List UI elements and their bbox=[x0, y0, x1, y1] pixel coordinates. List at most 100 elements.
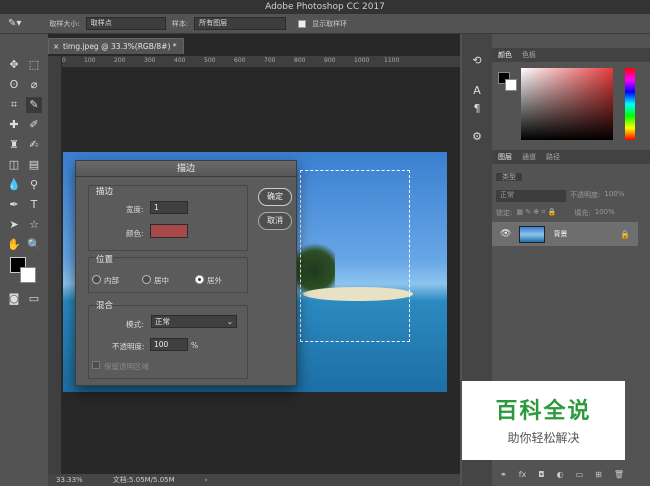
width-input[interactable]: 1 bbox=[150, 201, 188, 214]
ruler-tick: 1100 bbox=[384, 57, 400, 64]
show-ring-label: 显示取样环 bbox=[312, 19, 348, 28]
dodge-tool-icon[interactable]: ⚲ bbox=[26, 177, 42, 193]
zoom-level[interactable]: 33.33% bbox=[56, 474, 83, 486]
quick-select-tool-icon[interactable]: ⌀ bbox=[26, 77, 42, 93]
ruler-tick: 400 bbox=[174, 57, 186, 64]
layer-filter-row: 类型 bbox=[496, 172, 646, 184]
hand-tool-icon[interactable]: ✋ bbox=[6, 237, 22, 253]
color-swatch-button[interactable] bbox=[150, 224, 188, 238]
blend-row: 正常 不透明度: 100% bbox=[496, 190, 646, 202]
preserve-transparency-checkbox[interactable] bbox=[92, 361, 100, 369]
adjustment-icon[interactable]: ◐ bbox=[557, 470, 564, 482]
sample-select[interactable]: 所有图层 bbox=[194, 17, 287, 30]
healing-tool-icon[interactable]: ✚ bbox=[6, 117, 22, 133]
brush-tool-icon[interactable]: ✐ bbox=[26, 117, 42, 133]
ruler-tick: 200 bbox=[114, 57, 126, 64]
opacity-input[interactable]: 100 bbox=[150, 338, 188, 351]
link-layers-icon[interactable]: ⚭ bbox=[500, 470, 507, 482]
hue-slider[interactable] bbox=[625, 68, 635, 140]
options-bar: ✎▾ 取样大小: 取样点 样本: 所有图层 显示取样环 bbox=[0, 14, 650, 34]
ruler-tick: 0 bbox=[62, 57, 66, 64]
trash-icon[interactable]: 🗑 bbox=[614, 470, 624, 482]
cancel-button[interactable]: 取消 bbox=[258, 212, 292, 230]
document-tab-title: timg.jpeg @ 33.3%(RGB/8#) * bbox=[63, 42, 177, 51]
sample-size-label: 取样大小: bbox=[49, 19, 80, 28]
character-panel-icon[interactable]: A bbox=[470, 84, 484, 98]
blur-tool-icon[interactable]: 💧 bbox=[6, 177, 22, 193]
layer-thumbnail bbox=[519, 225, 546, 243]
ruler-tick: 600 bbox=[234, 57, 246, 64]
layer-opacity-value[interactable]: 100% bbox=[604, 190, 624, 202]
tab-layers[interactable]: 图层 bbox=[498, 150, 512, 164]
eye-icon[interactable]: 👁 bbox=[500, 229, 511, 239]
background-color-swatch[interactable] bbox=[20, 267, 36, 283]
history-panel-icon[interactable]: ⟲ bbox=[470, 54, 484, 68]
layer-blend-mode[interactable]: 正常 bbox=[496, 190, 566, 202]
gradient-tool-icon[interactable]: ▤ bbox=[26, 157, 42, 173]
color-label: 颜色: bbox=[126, 229, 144, 238]
screen-mode-icon[interactable]: ▭ bbox=[26, 291, 42, 307]
type-tool-icon[interactable]: T bbox=[26, 197, 42, 213]
ok-button[interactable]: 确定 bbox=[258, 188, 292, 206]
history-brush-tool-icon[interactable]: ✍ bbox=[26, 137, 42, 153]
fx-icon[interactable]: fx bbox=[519, 470, 527, 482]
move-tool-icon[interactable]: ✥ bbox=[6, 57, 22, 73]
radio-inside-label[interactable]: 内部 bbox=[104, 275, 119, 286]
tab-color[interactable]: 颜色 bbox=[498, 48, 512, 62]
layers-panel-footer: ⚭ fx ◘ ◐ ▭ ⊞ 🗑 bbox=[500, 470, 640, 482]
mode-label: 模式: bbox=[126, 320, 144, 329]
filter-kind-select[interactable]: 类型 bbox=[496, 173, 522, 181]
crop-tool-icon[interactable]: ⌗ bbox=[6, 97, 22, 113]
dialog-title: 描边 bbox=[76, 161, 296, 177]
radio-center[interactable] bbox=[142, 275, 151, 284]
color-picker-field[interactable] bbox=[521, 68, 613, 140]
tab-paths[interactable]: 路径 bbox=[546, 150, 560, 164]
show-ring-checkbox[interactable] bbox=[298, 19, 307, 28]
sample-size-select[interactable]: 取样点 bbox=[85, 17, 166, 30]
marquee-tool-icon[interactable]: ⬚ bbox=[26, 57, 42, 73]
eyedropper-tool-icon[interactable]: ✎▾ bbox=[8, 18, 21, 29]
layers-panel: 图层 通道 路径 类型 正常 不透明度: 100% 锁定: ▦ ✎ ✥ ⌗ 🔒 … bbox=[492, 150, 650, 380]
properties-panel-icon[interactable]: ⚙ bbox=[470, 130, 484, 144]
radio-inside[interactable] bbox=[92, 275, 101, 284]
tab-close-icon[interactable]: × bbox=[53, 39, 59, 54]
marquee-selection[interactable] bbox=[300, 170, 410, 342]
opacity-label: 不透明度: bbox=[112, 342, 145, 351]
panel-background-swatch[interactable] bbox=[505, 79, 517, 91]
path-select-tool-icon[interactable]: ➤ bbox=[6, 217, 22, 233]
eraser-tool-icon[interactable]: ◫ bbox=[6, 157, 22, 173]
vertical-ruler bbox=[48, 56, 62, 476]
preserve-transparency-label: 保留透明区域 bbox=[104, 362, 149, 371]
fill-label: 填充: bbox=[574, 209, 591, 217]
tab-channels[interactable]: 通道 bbox=[522, 150, 536, 164]
radio-outside[interactable] bbox=[195, 275, 204, 284]
layer-name[interactable]: 背景 bbox=[553, 229, 567, 239]
quick-mask-icon[interactable]: ◙ bbox=[6, 291, 22, 307]
mask-icon[interactable]: ◘ bbox=[538, 470, 544, 482]
ruler-tick: 300 bbox=[144, 57, 156, 64]
group-icon[interactable]: ▭ bbox=[576, 470, 584, 482]
paragraph-panel-icon[interactable]: ¶ bbox=[470, 102, 484, 116]
lasso-tool-icon[interactable]: ʘ bbox=[6, 77, 22, 93]
eyedropper-tool-button-icon[interactable]: ✎ bbox=[26, 97, 42, 113]
pen-tool-icon[interactable]: ✒ bbox=[6, 197, 22, 213]
stamp-tool-icon[interactable]: ♜ bbox=[6, 137, 22, 153]
tab-swatches[interactable]: 色板 bbox=[522, 48, 536, 62]
watermark-subtitle: 助你轻松解决 bbox=[507, 431, 580, 445]
radio-outside-label[interactable]: 居外 bbox=[207, 275, 222, 286]
new-layer-icon[interactable]: ⊞ bbox=[595, 470, 602, 482]
ruler-tick: 1000 bbox=[354, 57, 370, 64]
radio-center-label[interactable]: 居中 bbox=[154, 275, 169, 286]
zoom-tool-icon[interactable]: 🔍 bbox=[26, 237, 42, 253]
status-arrow-icon[interactable]: › bbox=[205, 474, 208, 486]
shape-tool-icon[interactable]: ☆ bbox=[26, 217, 42, 233]
layer-row[interactable]: 👁 背景 🔒 bbox=[492, 222, 638, 246]
fill-value[interactable]: 100% bbox=[595, 208, 615, 220]
ruler-tick: 500 bbox=[204, 57, 216, 64]
blend-group-title: 混合 bbox=[96, 301, 114, 311]
lock-icons[interactable]: ▦ ✎ ✥ ⌗ 🔒 bbox=[516, 208, 570, 220]
document-tab[interactable]: × timg.jpeg @ 33.3%(RGB/8#) * bbox=[48, 38, 184, 54]
lock-row: 锁定: ▦ ✎ ✥ ⌗ 🔒 填充: 100% bbox=[496, 208, 646, 220]
mode-select[interactable]: 正常 ⌄ bbox=[151, 315, 237, 328]
layers-panel-tabs: 图层 通道 路径 bbox=[492, 150, 650, 164]
